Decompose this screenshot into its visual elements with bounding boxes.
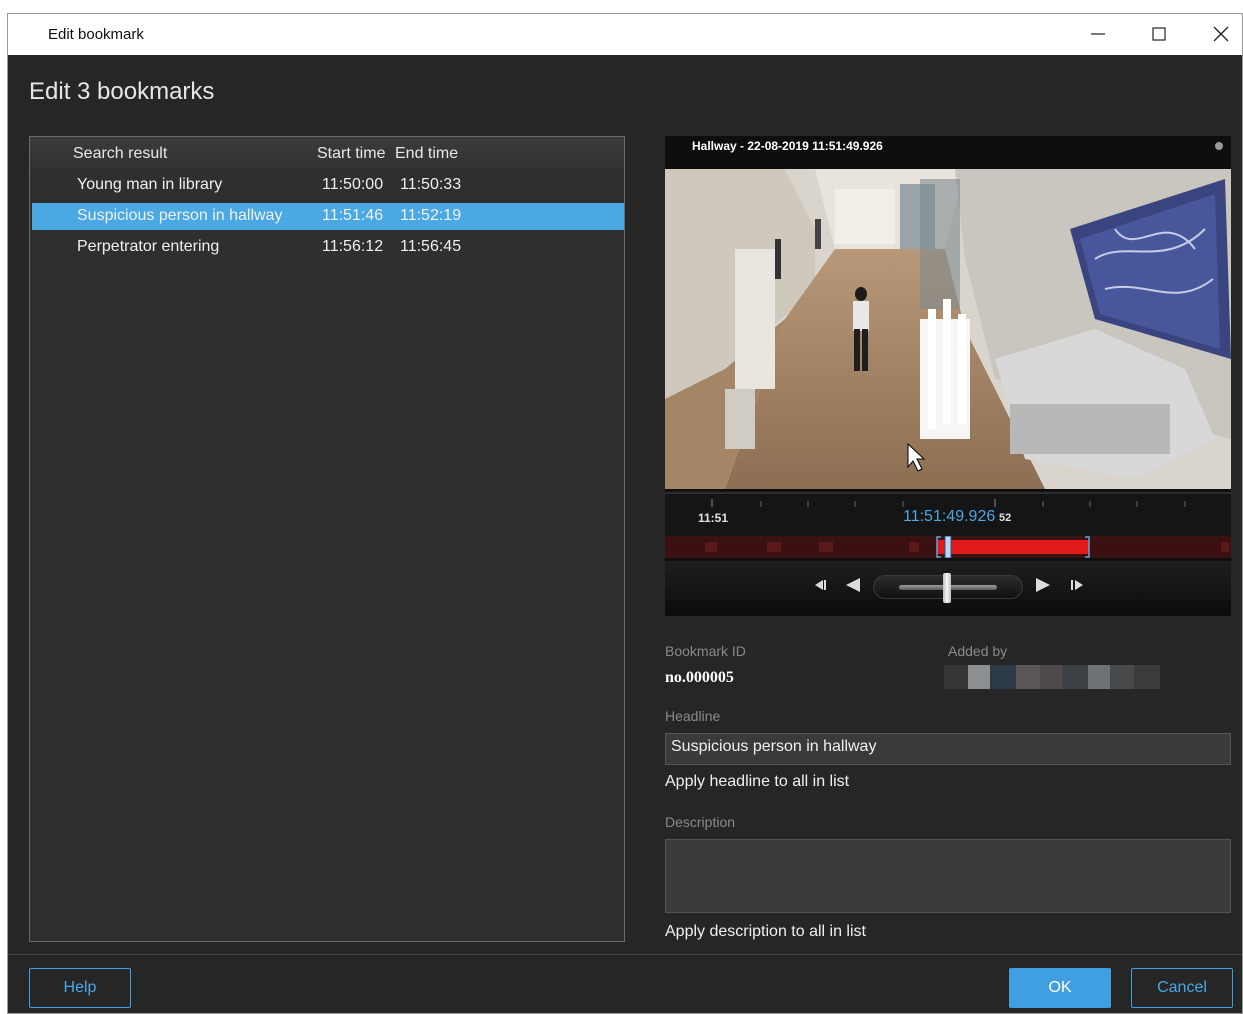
step-forward-button[interactable] — [1068, 577, 1088, 593]
column-header-search-result[interactable]: Search result — [73, 145, 167, 163]
added-by-value-redacted — [944, 665, 1160, 689]
description-label: Description — [665, 814, 736, 830]
added-by-label: Added by — [948, 643, 1008, 659]
step-forward-icon — [1071, 580, 1083, 590]
minimize-icon — [1091, 33, 1105, 35]
maximize-icon — [1152, 27, 1166, 41]
row-end-time: 11:52:19 — [400, 207, 462, 224]
apply-headline-link[interactable]: Apply headline to all in list — [665, 773, 849, 791]
list-row[interactable]: Young man in library 11:50:00 11:50:33 — [32, 172, 624, 199]
video-preview: Hallway - 22-08-2019 11:51:49.926 11:51 … — [665, 136, 1231, 616]
window-title: Edit bookmark — [48, 26, 144, 43]
title-bar: Edit bookmark — [8, 14, 1242, 55]
step-back-button[interactable] — [810, 577, 830, 593]
play-reverse-button[interactable] — [843, 575, 863, 595]
headline-label: Headline — [665, 708, 721, 724]
row-start-time: 11:50:00 — [322, 176, 384, 193]
list-row-selected[interactable]: Suspicious person in hallway 11:51:46 11… — [32, 203, 624, 230]
close-button[interactable] — [1198, 18, 1243, 50]
speed-slider-handle[interactable] — [943, 573, 951, 603]
row-title: Perpetrator entering — [77, 238, 220, 255]
timeline-track[interactable] — [665, 535, 1231, 559]
status-dot — [1215, 142, 1223, 150]
row-start-time: 11:51:46 — [322, 207, 384, 224]
row-start-time: 11:56:12 — [322, 238, 384, 255]
play-button[interactable] — [1033, 575, 1053, 595]
step-back-icon — [815, 580, 826, 590]
bookmark-list: Search result Start time End time Young … — [29, 136, 625, 942]
list-header: Search result Start time End time — [30, 137, 624, 169]
headline-input[interactable]: Suspicious person in hallway — [665, 733, 1231, 765]
edit-bookmark-window: Edit bookmark Edit 3 bookmarks Search re… — [7, 13, 1243, 1014]
timeline-ruler: 11:51 11:51:49.926 52 — [665, 491, 1231, 541]
page-title: Edit 3 bookmarks — [29, 78, 215, 105]
column-header-end-time[interactable]: End time — [395, 145, 458, 163]
camera-image — [665, 169, 1231, 489]
speed-slider[interactable] — [873, 573, 1023, 603]
play-reverse-icon — [846, 578, 860, 592]
cancel-button[interactable]: Cancel — [1131, 968, 1233, 1008]
row-end-time: 11:50:33 — [400, 176, 462, 193]
camera-label: Hallway - 22-08-2019 11:51:49.926 — [692, 139, 883, 153]
row-end-time: 11:56:45 — [400, 238, 462, 255]
ok-button[interactable]: OK — [1009, 968, 1111, 1008]
minimize-button[interactable] — [1075, 18, 1121, 50]
timeline-tick-label-partial: 52 — [999, 512, 1012, 524]
footer-divider — [8, 954, 1242, 955]
maximize-button[interactable] — [1136, 18, 1182, 50]
description-input[interactable] — [665, 839, 1231, 913]
apply-description-link[interactable]: Apply description to all in list — [665, 923, 866, 941]
row-title: Young man in library — [77, 176, 223, 193]
close-icon — [1213, 26, 1229, 42]
row-title: Suspicious person in hallway — [77, 207, 283, 224]
list-row[interactable]: Perpetrator entering 11:56:12 11:56:45 — [32, 234, 624, 261]
timeline-tick-label: 11:51 — [698, 511, 729, 525]
help-button[interactable]: Help — [29, 968, 131, 1008]
bookmark-id-value: no.000005 — [665, 669, 734, 686]
column-header-start-time[interactable]: Start time — [317, 145, 385, 163]
current-time-label: 11:51:49.926 — [903, 508, 996, 525]
bookmark-id-label: Bookmark ID — [665, 643, 746, 659]
playback-controls — [665, 561, 1231, 616]
play-icon — [1036, 578, 1050, 592]
